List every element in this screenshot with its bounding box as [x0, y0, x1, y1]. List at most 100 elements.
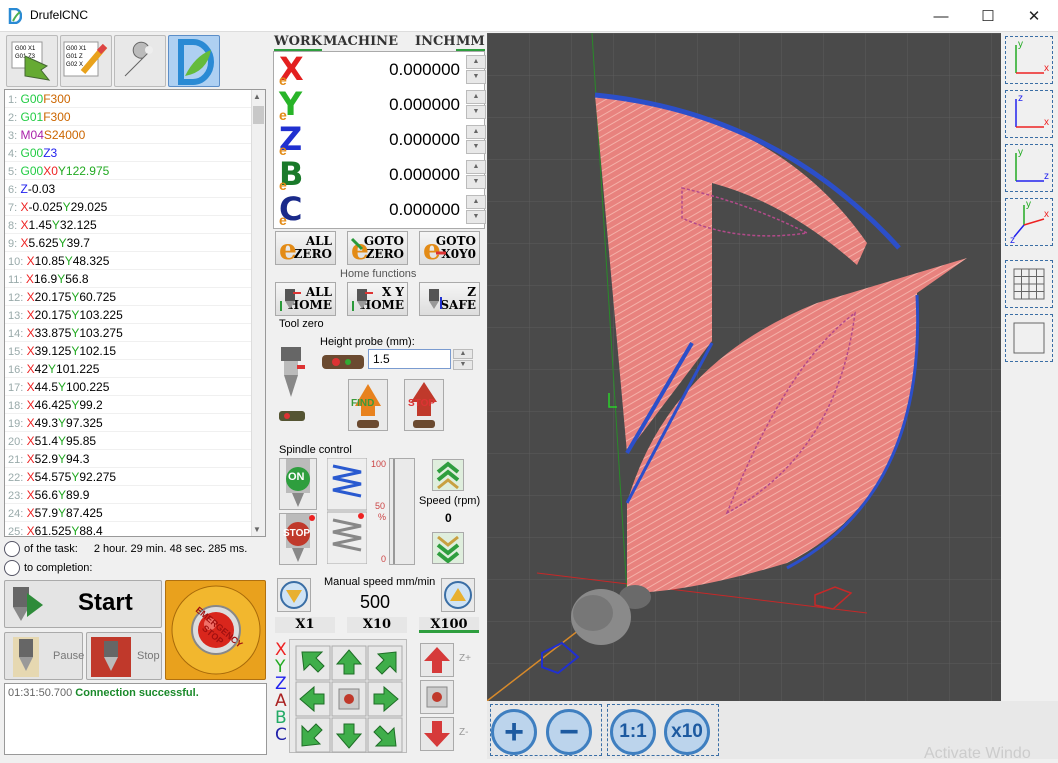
log-time: 01:31:50.700	[8, 687, 73, 699]
probe-up-button[interactable]: ▲	[453, 349, 473, 359]
goto-zero-button[interactable]: e GOTOZERO	[347, 231, 408, 265]
z-safe-button[interactable]: Z SAFE	[419, 282, 480, 316]
gcode-token: 92.275	[79, 470, 117, 484]
axis-value[interactable]: 0.000000	[389, 165, 460, 185]
speed-x10-button[interactable]: X10	[347, 617, 407, 633]
gcode-line[interactable]: 2: G01F300	[5, 108, 265, 126]
gcode-line[interactable]: 19: X49.3Y97.325	[5, 414, 265, 432]
gcode-line[interactable]: 9: X5.625Y39.7	[5, 234, 265, 252]
open-file-button[interactable]: G00 X1 G01 Z3	[6, 35, 58, 87]
gcode-list[interactable]: 1: G00F300 2: G01F300 3: M04S24000 4: G00Z3…	[4, 89, 266, 537]
zoom-out-button[interactable]: −	[546, 709, 592, 755]
gcode-line[interactable]: 23: X56.6Y89.9	[5, 486, 265, 504]
scroll-thumb[interactable]	[253, 106, 264, 124]
axis-up-button[interactable]: ▲	[466, 55, 486, 69]
gcode-line[interactable]: 15: X39.125Y102.15	[5, 342, 265, 360]
xy-home-button[interactable]: X Y HOME	[347, 282, 408, 316]
emergency-stop-button[interactable]: EMERGENCY STOP	[165, 580, 266, 680]
axis-up-button[interactable]: ▲	[466, 125, 486, 139]
axis-value[interactable]: 0.000000	[389, 130, 460, 150]
gcode-line[interactable]: 14: X33.875Y103.275	[5, 324, 265, 342]
stop-button[interactable]: Stop	[86, 632, 162, 680]
all-zero-button[interactable]: e ALL ZERO	[275, 231, 336, 265]
spindle-stop-button[interactable]: STOP	[279, 513, 317, 565]
axis-down-button[interactable]: ▼	[466, 70, 486, 84]
view-front-button[interactable]: zx	[1005, 90, 1053, 138]
gcode-line[interactable]: 10: X10.85Y48.325	[5, 252, 265, 270]
gcode-line[interactable]: 16: X42Y101.225	[5, 360, 265, 378]
speed-x100-button[interactable]: X100	[419, 617, 479, 633]
view-top-button[interactable]: yx	[1005, 36, 1053, 84]
manual-speed-up-button[interactable]	[441, 578, 475, 612]
gcode-line[interactable]: 20: X51.4Y95.85	[5, 432, 265, 450]
manual-speed-down-button[interactable]	[277, 578, 311, 612]
gcode-line[interactable]: 18: X46.425Y99.2	[5, 396, 265, 414]
scale-x10-button[interactable]: x10	[664, 709, 710, 755]
edit-code-button[interactable]: G00 X1 G01 Z G02 X	[60, 35, 112, 87]
all-home-button[interactable]: ALL HOME	[275, 282, 336, 316]
gcode-line[interactable]: 5: G00X0Y122.975	[5, 162, 265, 180]
jog-z-stop-button[interactable]	[420, 680, 454, 714]
axis-value[interactable]: 0.000000	[389, 200, 460, 220]
view-toolbar: yx zx yz yxz	[1001, 33, 1058, 701]
axis-up-button[interactable]: ▲	[466, 195, 486, 209]
axis-up-button[interactable]: ▲	[466, 160, 486, 174]
gcode-line[interactable]: 1: G00F300	[5, 90, 265, 108]
minimize-button[interactable]: —	[918, 0, 964, 32]
view-side-button[interactable]: yz	[1005, 144, 1053, 192]
gcode-line[interactable]: 24: X57.9Y87.425	[5, 504, 265, 522]
gcode-line[interactable]: 6: Z-0.03	[5, 180, 265, 198]
tab-inch[interactable]: INCH	[415, 34, 456, 49]
axis-down-button[interactable]: ▼	[466, 105, 486, 119]
gcode-line[interactable]: 11: X16.9Y56.8	[5, 270, 265, 288]
gcode-line[interactable]: 12: X20.175Y60.725	[5, 288, 265, 306]
axis-value[interactable]: 0.000000	[389, 95, 460, 115]
drufel-main-button[interactable]	[168, 35, 220, 87]
spindle-speed-slider[interactable]	[389, 458, 415, 565]
axis-up-button[interactable]: ▲	[466, 90, 486, 104]
close-button[interactable]: ✕	[1011, 0, 1057, 32]
toolpath-3d-view[interactable]	[487, 33, 1001, 701]
gcode-line[interactable]: 22: X54.575Y92.275	[5, 468, 265, 486]
log-panel[interactable]: 01:31:50.700 Connection successful.	[4, 683, 267, 755]
gcode-line[interactable]: 21: X52.9Y94.3	[5, 450, 265, 468]
goto-x0y0-button[interactable]: e GOTO X0Y0	[419, 231, 480, 265]
spindle-on-button[interactable]: ON	[279, 458, 317, 510]
jog-z-minus-button[interactable]	[420, 717, 454, 751]
find-button[interactable]: FIND	[348, 379, 388, 431]
jog-arrows[interactable]	[290, 640, 408, 754]
settings-button[interactable]	[114, 35, 166, 87]
axis-value[interactable]: 0.000000	[389, 60, 460, 80]
gcode-line[interactable]: 17: X44.5Y100.225	[5, 378, 265, 396]
vertical-scrollbar[interactable]: ▲ ▼	[251, 90, 265, 536]
zero-axis-icon[interactable]: e	[279, 212, 287, 228]
speed-x1-button[interactable]: X1	[275, 617, 335, 633]
speed-down-button[interactable]	[432, 532, 464, 564]
gcode-line[interactable]: 4: G00Z3	[5, 144, 265, 162]
view-iso-button[interactable]: y x z	[1005, 198, 1053, 246]
grid-toggle-button[interactable]	[1005, 260, 1053, 308]
spindle-cw-ccw-icon[interactable]	[327, 458, 367, 564]
speed-up-button[interactable]	[432, 459, 464, 491]
maximize-button[interactable]: ☐	[965, 0, 1011, 32]
gcode-line[interactable]: 13: X20.175Y103.225	[5, 306, 265, 324]
tab-machine[interactable]: MACHINE	[323, 34, 398, 49]
fit-view-button[interactable]	[1005, 314, 1053, 362]
jog-z-plus-button[interactable]	[420, 643, 454, 677]
pause-button[interactable]: Pause	[4, 632, 84, 680]
scroll-up-icon[interactable]: ▲	[253, 92, 261, 101]
zoom-in-button[interactable]: +	[491, 709, 537, 755]
scroll-down-icon[interactable]: ▼	[253, 525, 261, 534]
axis-down-button[interactable]: ▼	[466, 175, 486, 189]
probe-down-button[interactable]: ▼	[453, 360, 473, 370]
tab-mm[interactable]: MM	[456, 34, 485, 52]
gcode-line[interactable]: 3: M04S24000	[5, 126, 265, 144]
scale-1-1-button[interactable]: 1:1	[610, 709, 656, 755]
probe-stop-button[interactable]: STOP	[404, 379, 444, 431]
gcode-line[interactable]: 7: X-0.025Y29.025	[5, 198, 265, 216]
height-probe-input[interactable]: 1.5	[368, 349, 451, 369]
axis-down-button[interactable]: ▼	[466, 140, 486, 154]
gcode-line[interactable]: 8: X1.45Y32.125	[5, 216, 265, 234]
axis-down-button[interactable]: ▼	[466, 210, 486, 224]
gcode-line[interactable]: 25: X61.525Y88.4	[5, 522, 265, 536]
